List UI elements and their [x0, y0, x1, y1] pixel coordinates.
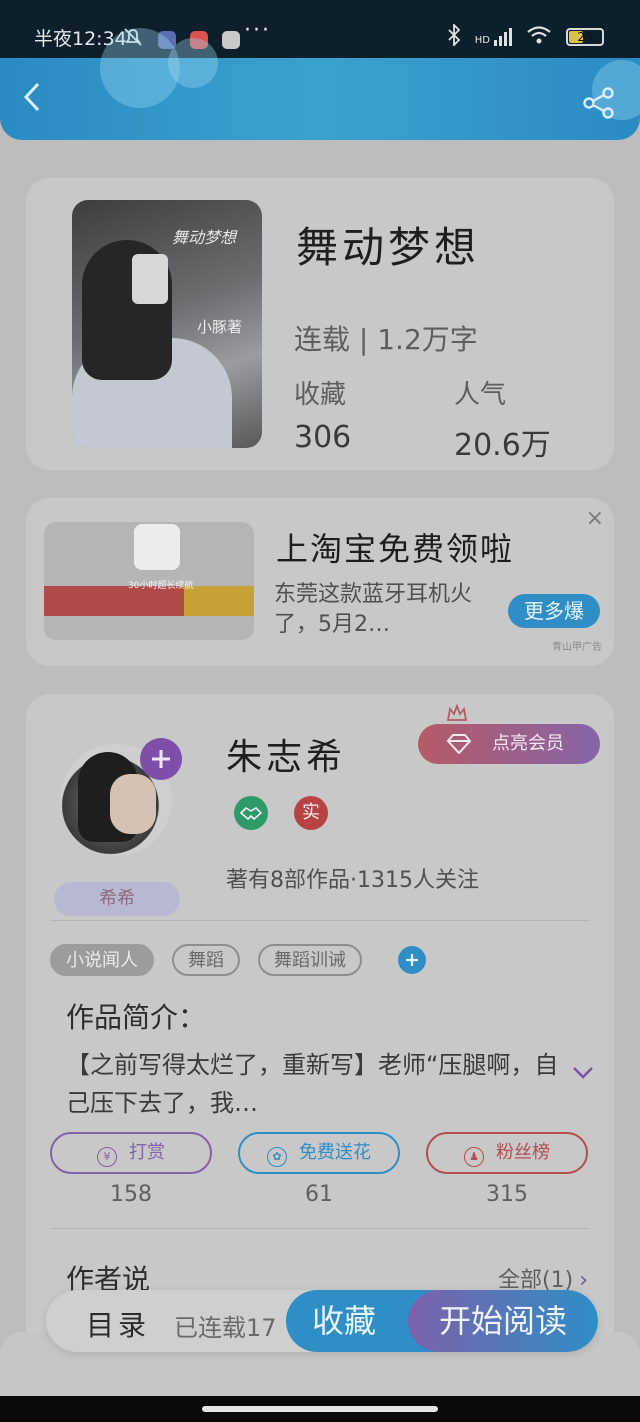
collect-label: 收藏: [294, 380, 347, 410]
decor-bubble: [168, 38, 218, 88]
battery-level: 23: [577, 30, 593, 44]
member-button-label: 点亮会员: [492, 733, 564, 754]
app-notification-icon: [222, 30, 240, 49]
reward-label: 打赏: [129, 1142, 165, 1163]
cover-art: [132, 254, 168, 304]
fans-count: 315: [486, 1182, 528, 1207]
ad-more-button[interactable]: 更多爆: [508, 594, 600, 628]
reward-count: 158: [110, 1182, 152, 1207]
more-notifications-icon: ···: [244, 18, 271, 43]
ad-description: 东莞这款蓝牙耳机火了，5月2…: [274, 582, 473, 637]
close-icon[interactable]: ×: [586, 506, 604, 531]
ad-image[interactable]: 30小时超长续航: [44, 522, 254, 640]
status-bar: 半夜12:34 ··· HD 23: [0, 0, 640, 58]
author-card: 希希 朱志希 点亮会员 实 著有8部作品·1315人关注 小说闻人 舞蹈 舞蹈训…: [26, 694, 614, 1354]
book-info-card: 舞动梦想 小豚著 舞动梦想 连载 | 1.2万字 收藏 人气 306 20.6万: [26, 178, 614, 470]
real-name-badge: 实: [294, 796, 328, 830]
start-reading-button[interactable]: 开始阅读: [408, 1290, 598, 1352]
fans-ranking-label: 粉丝榜: [496, 1142, 550, 1163]
ad-title: 上淘宝免费领啦: [276, 530, 515, 568]
plus-icon: [152, 750, 170, 768]
popularity-label: 人气: [454, 380, 507, 410]
bluetooth-icon: [447, 22, 461, 50]
fans-ranking-button[interactable]: ♟ 粉丝榜: [426, 1132, 588, 1174]
reward-button[interactable]: ¥ 打赏: [50, 1132, 212, 1174]
system-nav-bar: [0, 1396, 640, 1422]
wifi-icon: [526, 25, 552, 49]
toc-button[interactable]: 目录: [86, 1304, 150, 1344]
chevron-left-icon: [23, 82, 40, 112]
top-header: [0, 28, 640, 140]
tag-list: 小说闻人 舞蹈 舞蹈训诫: [50, 944, 426, 976]
flower-count: 61: [305, 1182, 333, 1207]
nickname-tag: 希希: [54, 882, 180, 916]
diamond-icon: [446, 734, 472, 754]
intro-label: 作品简介：: [66, 1001, 207, 1034]
send-flower-label: 免费送花: [299, 1142, 371, 1163]
avatar-art: [110, 774, 156, 834]
handshake-badge-icon: [234, 796, 268, 830]
send-flower-button[interactable]: ✿ 免费送花: [238, 1132, 400, 1174]
serial-status: 连载 | 1.2万字: [294, 323, 478, 356]
network-type-label: HD: [474, 35, 490, 46]
member-button[interactable]: 点亮会员: [418, 724, 600, 764]
share-icon: [583, 87, 614, 119]
plus-icon: [406, 954, 418, 966]
collect-value: 306: [294, 420, 352, 455]
toc-status: 已连载17: [174, 1314, 277, 1342]
crown-icon: [446, 704, 468, 721]
tag-item[interactable]: 小说闻人: [50, 944, 154, 976]
add-tag-button[interactable]: [398, 946, 426, 974]
divider: [50, 1228, 590, 1229]
author-meta: 著有8部作品·1315人关注: [226, 868, 479, 893]
chevron-down-icon[interactable]: [572, 1066, 594, 1080]
home-indicator[interactable]: [202, 1406, 438, 1412]
battery-icon: 23: [566, 28, 604, 46]
tag-item[interactable]: 舞蹈训诫: [258, 944, 362, 976]
fans-icon: ♟: [464, 1147, 484, 1167]
intro-text: 【之前写得太烂了，重新写】老师“压腿啊，自己压下去了，我…: [66, 1051, 559, 1117]
ad-band: [184, 586, 254, 616]
back-button[interactable]: [20, 80, 60, 120]
share-button[interactable]: [582, 86, 618, 122]
flower-icon: ✿: [267, 1147, 287, 1167]
ad-image-text: 30小时超长续航: [128, 581, 194, 591]
chevron-right-icon: ›: [579, 1268, 588, 1293]
earbuds-image: [134, 524, 180, 570]
status-right: HD 23: [447, 22, 604, 50]
follow-button[interactable]: [140, 738, 182, 780]
tag-item[interactable]: 舞蹈: [172, 944, 240, 976]
book-title: 舞动梦想: [296, 223, 481, 272]
yen-icon: ¥: [97, 1147, 117, 1167]
divider: [50, 920, 590, 921]
bottom-action-bar: 目录 已连载17 收藏 开始阅读: [46, 1290, 598, 1352]
popularity-value: 20.6万: [454, 428, 551, 463]
ad-source: 青山甲广告: [552, 642, 602, 653]
cover-author: 小豚著: [196, 318, 242, 336]
cover-title: 舞动梦想: [171, 228, 236, 247]
book-cover[interactable]: 舞动梦想 小豚著: [72, 200, 262, 448]
signal-icon: HD: [475, 28, 512, 46]
ad-banner[interactable]: 30小时超长续航 上淘宝免费领啦 东莞这款蓝牙耳机火了，5月2… × 更多爆 青…: [26, 498, 614, 666]
author-name[interactable]: 朱志希: [226, 728, 346, 780]
